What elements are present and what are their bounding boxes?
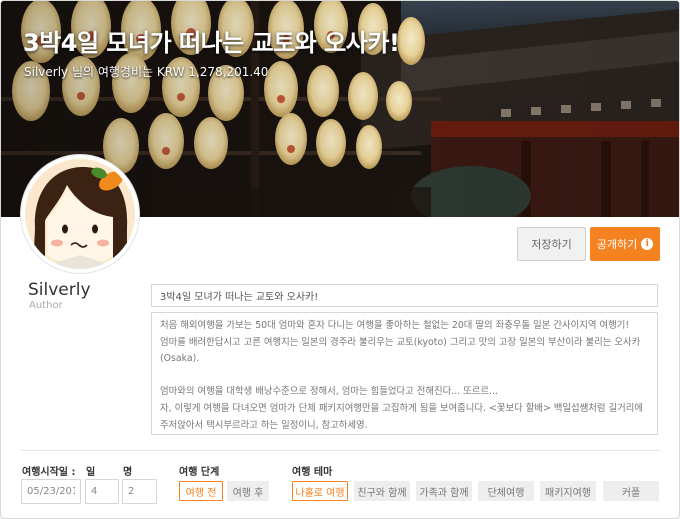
avatar[interactable] — [21, 155, 139, 273]
description-line: 주저앉아서 택시부르라고 하는 일정이니, 참고하세영. — [160, 419, 368, 431]
trip-title-input[interactable] — [151, 284, 658, 307]
description-line: 엄마와의 여행을 대학생 배낭수준으로 정해서, 엄마는 힘들었다고 전해진다.… — [160, 386, 498, 398]
description-line: 처음 해외여행을 가보는 50대 엄마와 혼자 다니는 여행을 좋아하는 철없는… — [160, 320, 630, 331]
theme-option-friends[interactable]: 친구와 함께 — [354, 481, 410, 501]
description-line: (Osaka). — [160, 353, 200, 365]
theme-option-couple[interactable]: 커플 — [603, 481, 659, 501]
description-line: 엄마를 배려한답시고 고른 여행지는 일본의 경주라 불리우는 교토(kyoto… — [160, 336, 641, 348]
publish-button[interactable]: 공개하기 i — [590, 227, 660, 261]
theme-option-solo[interactable]: 나홀로 여행 — [292, 481, 348, 501]
people-input[interactable] — [122, 479, 157, 504]
avatar-illustration — [25, 159, 135, 269]
days-label: 일 — [86, 467, 96, 478]
people-label: 명 — [123, 467, 133, 478]
trip-budget: Silverly 님의 여행경비는 KRW 1,278,201.40 — [24, 65, 269, 79]
theme-label: 여행 테마 — [292, 467, 333, 478]
save-button-label: 저장하기 — [531, 238, 572, 251]
trip-title: 3박4일 모녀가 떠나는 교토와 오사카! — [23, 29, 400, 57]
theme-option-group[interactable]: 단체여행 — [478, 481, 534, 501]
save-button[interactable]: 저장하기 — [517, 227, 586, 261]
description-line — [160, 368, 649, 385]
start-date-input[interactable] — [21, 479, 81, 504]
theme-option-family[interactable]: 가족과 함께 — [416, 481, 472, 501]
stage-option-before[interactable]: 여행 전 — [179, 481, 223, 501]
trip-description-textarea[interactable]: 처음 해외여행을 가보는 50대 엄마와 혼자 다니는 여행을 좋아하는 철없는… — [151, 312, 658, 435]
description-line: 자, 이렇게 여행을 다녀오면 엄마가 단체 패키지여행만을 고집하게 됨을 보… — [160, 402, 644, 414]
theme-option-package[interactable]: 패키지여행 — [540, 481, 596, 501]
start-date-label: 여행시작일 : — [22, 467, 76, 478]
publish-button-label: 공개하기 — [596, 238, 638, 251]
stage-label: 여행 단계 — [179, 467, 220, 478]
author-role: Author — [29, 300, 63, 311]
section-divider — [21, 450, 661, 451]
stage-option-after[interactable]: 여행 후 — [227, 481, 269, 501]
days-input[interactable] — [85, 479, 119, 504]
author-name[interactable]: Silverly — [28, 280, 91, 300]
info-icon[interactable]: i — [641, 238, 654, 250]
trip-card: 3박4일 모녀가 떠나는 교토와 오사카! Silverly 님의 여행경비는 … — [0, 0, 680, 519]
